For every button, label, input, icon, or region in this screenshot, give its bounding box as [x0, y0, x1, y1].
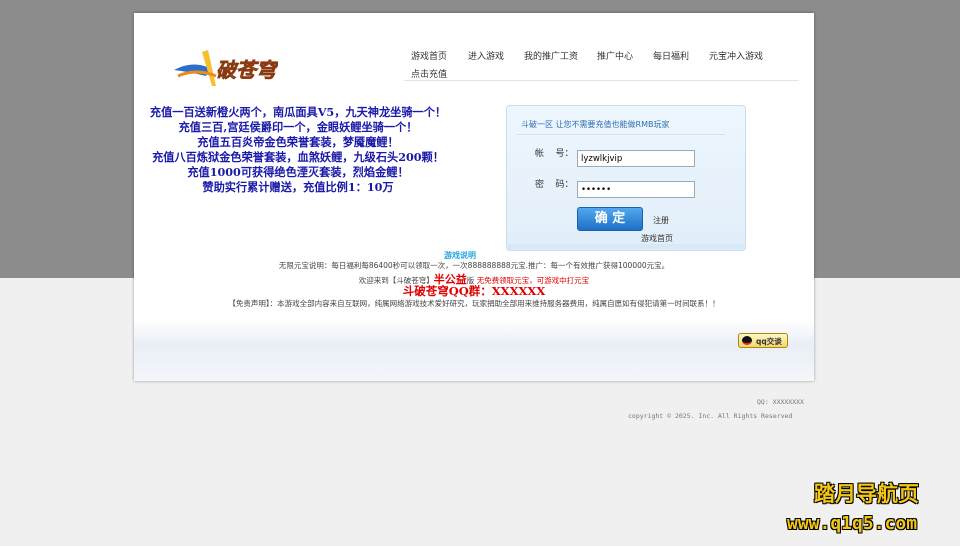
login-divider [517, 134, 725, 135]
qq-chat-label: qq交谈 [756, 337, 782, 346]
nav-item-promotion-center[interactable]: 推广中心 [597, 49, 633, 62]
qq-icon [742, 336, 752, 345]
watermark-title: 踏月导航页 [814, 482, 919, 506]
disclaimer-text: 【免责声明】：本游戏全部内容来自互联网，纯属网络游戏技术爱好研究，玩家捐助全部用… [228, 299, 720, 308]
footer-band [134, 320, 814, 381]
game-home-link[interactable]: 游戏首页 [641, 233, 673, 244]
promo-line: 充值1000可获得绝色湮灭套装，烈焰金鲤！ [187, 165, 409, 179]
main-container: 破苍穹 游戏首页 进入游戏 我的推广工资 推广中心 每日福利 元宝冲入游戏 点击… [134, 13, 814, 381]
nav-divider [404, 80, 799, 81]
nav-item-promotion-salary[interactable]: 我的推广工资 [524, 49, 578, 62]
recharge-promo: 充值一百送新橙火两个，南瓜面具V5，九天神龙坐骑一个！ 充值三百,宫廷侯爵印一个… [134, 105, 462, 195]
promo-line: 充值五百炎帝金色荣誉套装，梦魇魔鲤！ [197, 135, 399, 149]
svg-text:破苍穹: 破苍穹 [216, 58, 278, 82]
watermark-url: www.q1q5.com [787, 513, 918, 534]
game-logo[interactable]: 破苍穹 [172, 46, 278, 90]
nav-item-enter-game[interactable]: 进入游戏 [468, 49, 504, 62]
login-panel-footer [506, 244, 744, 249]
nav-item-yuanbao-recharge[interactable]: 元宝冲入游戏 [709, 49, 763, 62]
promo-line: 赞助实行累计赠送，充值比例1：10万 [202, 180, 394, 194]
promo-line: 充值八百炼狱金色荣誉套装，血煞妖鲤，九级石头200颗！ [152, 150, 444, 164]
yuanbao-info: 无限元宝说明：每日福利每86400秒可以领取一次，一次888888888元宝.推… [278, 261, 670, 270]
nav-item-daily-benefits[interactable]: 每日福利 [653, 49, 689, 62]
footer-copyright: copyright © 2025. Inc. All Rights Reserv… [628, 412, 793, 420]
qq-group-text: 斗破苍穹QQ群：XXXXXX [402, 284, 546, 298]
nav-item-game-home[interactable]: 游戏首页 [411, 49, 447, 62]
login-title: 斗破一区 让您不需要充值也能做RMB玩家 [521, 120, 670, 129]
promo-line: 充值三百,宫廷侯爵印一个，金眼妖鲤坐骑一个！ [178, 120, 418, 134]
footer-qq: QQ: XXXXXXXX [757, 398, 804, 406]
password-label: 密 码： [535, 180, 574, 190]
password-input[interactable] [577, 181, 695, 198]
confirm-button[interactable]: 确 定 [577, 207, 643, 231]
promo-line: 充值一百送新橙火两个，南瓜面具V5，九天神龙坐骑一个！ [149, 105, 447, 119]
login-panel: 斗破一区 让您不需要充值也能做RMB玩家 帐 号： 密 码： 确 定 注册 游戏… [506, 105, 746, 251]
qq-chat-button[interactable]: qq交谈 [738, 333, 788, 348]
register-link[interactable]: 注册 [653, 215, 669, 226]
account-label: 帐 号： [535, 149, 574, 159]
account-input[interactable] [577, 150, 695, 167]
nav-item-click-recharge[interactable]: 点击充值 [411, 67, 447, 80]
